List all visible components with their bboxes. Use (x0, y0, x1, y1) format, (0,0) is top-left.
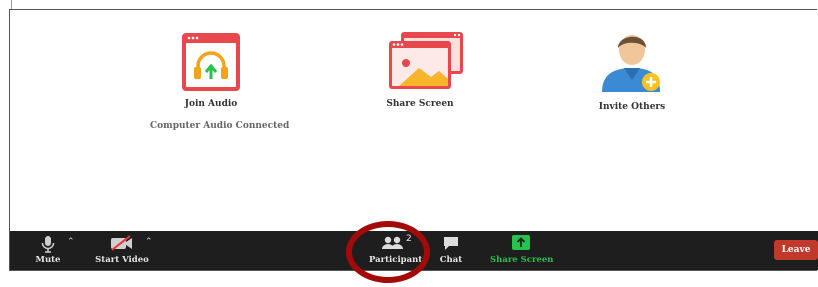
mute-button[interactable]: Mute (28, 231, 68, 270)
edge-tick (11, 0, 12, 9)
participants-highlight-circle (346, 221, 430, 283)
share-screen-label: Share Screen (386, 99, 454, 109)
share-screen-toolbar-label: Share Screen (490, 255, 554, 265)
start-video-label: Start Video (95, 255, 149, 265)
microphone-icon (41, 236, 55, 253)
audio-options-caret-icon[interactable]: ⌃ (67, 237, 75, 247)
chat-label: Chat (439, 255, 463, 265)
chat-bubble-icon (444, 237, 458, 250)
join-audio-button[interactable]: Join Audio Computer Audio Connected (150, 31, 290, 131)
video-options-caret-icon[interactable]: ⌃ (145, 237, 153, 247)
join-audio-label: Join Audio (184, 99, 238, 109)
share-screen-button[interactable]: Share Screen (490, 231, 554, 270)
mute-label: Mute (35, 255, 61, 265)
invite-user-icon (602, 35, 660, 92)
leave-button[interactable]: Leave (774, 240, 818, 260)
headphones-icon (182, 33, 240, 91)
share-screen-action[interactable]: Share Screen (362, 31, 478, 109)
share-arrow-icon (512, 235, 530, 250)
invite-others-button[interactable]: Invite Others (582, 24, 682, 112)
invite-others-label: Invite Others (598, 102, 666, 112)
video-off-icon (111, 235, 132, 251)
chat-button[interactable]: Chat (436, 231, 466, 270)
share-screen-icon (389, 32, 463, 89)
audio-status-text: Computer Audio Connected (150, 121, 290, 131)
